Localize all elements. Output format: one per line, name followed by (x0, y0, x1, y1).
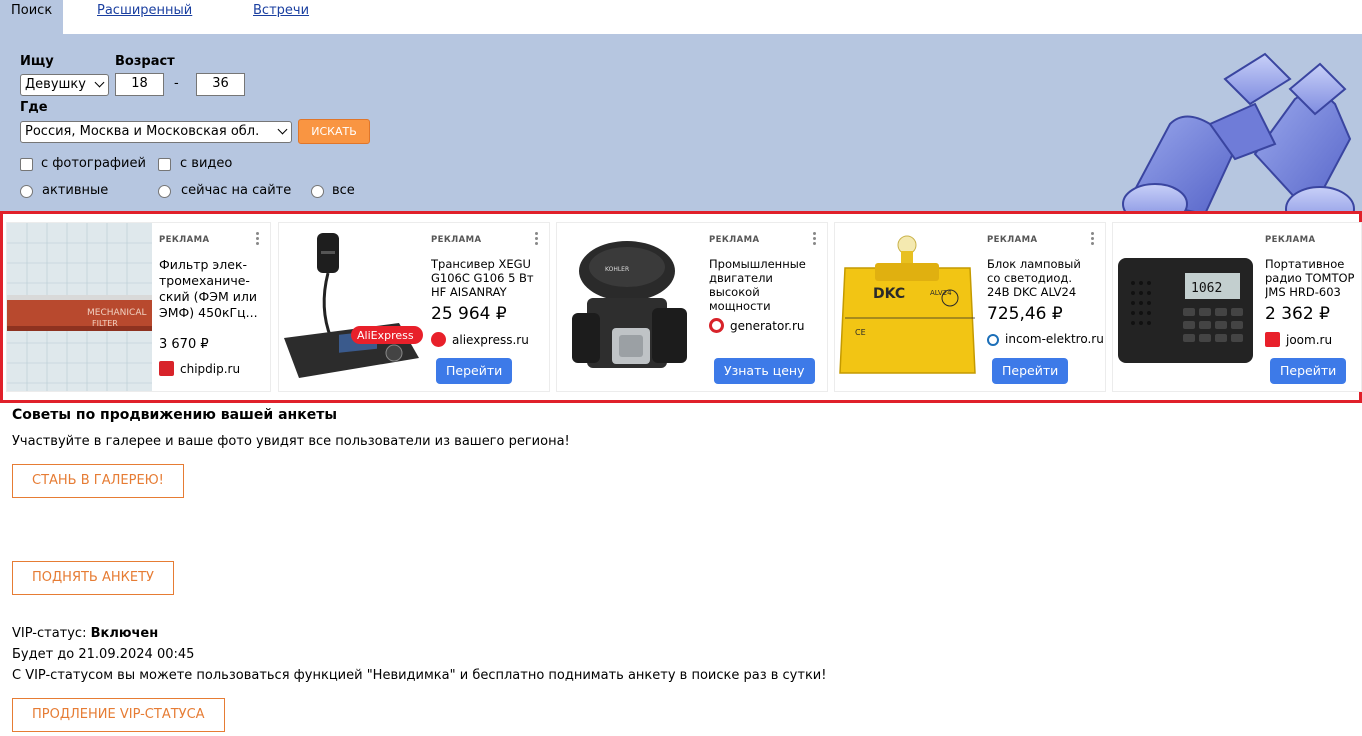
ad-image-filter: MECHANICAL FILTER (7, 223, 152, 391)
active-radio-label: активные (42, 183, 109, 198)
aliexpress-badge: AliExpress (357, 329, 414, 342)
where-label: Где (20, 100, 48, 115)
joom-icon (1265, 332, 1280, 347)
vip-status-value: Включен (90, 626, 159, 641)
incom-icon (987, 334, 999, 346)
ad-title[interactable]: Блок ламповый со светодиод. 24В DKC ALV2… (987, 257, 1097, 301)
more-options-icon[interactable] (256, 232, 260, 248)
ad-card[interactable]: KOHLER РЕКЛАМА Промышленные двигатели вы… (556, 222, 828, 392)
binoculars-icon (1122, 52, 1355, 211)
svg-text:FILTER: FILTER (92, 319, 118, 328)
vip-status-line: VIP-статус: Включен (12, 626, 158, 641)
search-button[interactable]: ИСКАТЬ (298, 119, 370, 144)
looking-for-value: Девушку (25, 77, 86, 92)
ad-domain-text: chipdip.ru (180, 362, 241, 376)
tab-bar: Поиск Расширенный Встречи (0, 0, 1362, 34)
svg-text:DKC: DKC (873, 286, 905, 302)
looking-for-select[interactable]: Девушку (20, 74, 109, 96)
ad-label: РЕКЛАМА (1265, 235, 1316, 245)
chipdip-icon (159, 361, 174, 376)
ad-title[interactable]: Трансивер XEGU G106C G106 5 Вт HF AISANR… (431, 257, 541, 301)
tab-meetings[interactable]: Встречи (253, 0, 309, 34)
ad-price: 3 670 ₽ (159, 337, 209, 352)
svg-text:KOHLER: KOHLER (605, 266, 629, 273)
looking-for-label: Ищу (20, 54, 54, 69)
go-button[interactable]: Перейти (436, 358, 513, 384)
ad-image-radio: 1062 (1113, 223, 1258, 391)
online-radio[interactable] (158, 185, 171, 198)
ad-title[interactable]: Промышленные двигатели высокой мощности (709, 257, 819, 315)
ad-domain[interactable]: joom.ru (1265, 332, 1332, 347)
age-dash: - (174, 76, 179, 91)
search-panel: Ищу Возраст Девушку 18 - 36 Где Россия, … (0, 34, 1362, 211)
get-price-button[interactable]: Узнать цену (714, 358, 815, 384)
tab-search[interactable]: Поиск (0, 0, 63, 34)
all-radio-label: все (332, 183, 355, 198)
age-from-input[interactable]: 18 (115, 73, 164, 96)
gallery-text: Участвуйте в галерее и ваше фото увидят … (12, 434, 570, 449)
ad-label: РЕКЛАМА (987, 235, 1038, 245)
online-radio-label: сейчас на сайте (181, 183, 292, 198)
location-select[interactable]: Россия, Москва и Московская обл. (20, 121, 292, 143)
raise-profile-button[interactable]: ПОДНЯТЬ АНКЕТУ (12, 561, 174, 595)
with-photo-label: с фотографией (41, 156, 146, 171)
ad-price: 25 964 ₽ (431, 304, 507, 324)
age-to-input[interactable]: 36 (196, 73, 245, 96)
all-radio[interactable] (311, 185, 324, 198)
ad-image-engine: KOHLER (557, 223, 702, 391)
ad-price: 725,46 ₽ (987, 304, 1063, 324)
ad-domain-text: joom.ru (1286, 333, 1333, 347)
ad-card[interactable]: AliExpress РЕКЛАМА Трансивер XEGU G106C … (278, 222, 550, 392)
extend-vip-button[interactable]: ПРОДЛЕНИЕ VIP-СТАТУСА (12, 698, 225, 732)
active-radio[interactable] (20, 185, 33, 198)
ad-domain[interactable]: aliexpress.ru (431, 332, 529, 347)
go-button[interactable]: Перейти (992, 358, 1069, 384)
vip-until: Будет до 21.09.2024 00:45 (12, 647, 195, 662)
ad-card[interactable]: DKC ALV24 CE РЕКЛАМА Блок ламповый со св… (834, 222, 1106, 392)
with-video-label: с видео (180, 156, 233, 171)
tips-title: Советы по продвижению вашей анкеты (12, 407, 337, 423)
location-value: Россия, Москва и Московская обл. (25, 124, 260, 139)
with-photo-checkbox[interactable] (20, 158, 33, 171)
ad-label: РЕКЛАМА (709, 235, 760, 245)
ad-image-lamp-block: DKC ALV24 CE (835, 223, 980, 391)
ad-domain[interactable]: generator.ru (709, 318, 805, 333)
vip-status-label: VIP-статус: (12, 626, 87, 641)
ad-block: MECHANICAL FILTER РЕКЛАМА Фильтр элек-тр… (0, 211, 1362, 403)
age-label: Возраст (115, 54, 175, 69)
chevron-down-icon (94, 77, 105, 88)
ad-domain-text: aliexpress.ru (452, 333, 529, 347)
svg-text:MECHANICAL: MECHANICAL (87, 308, 147, 318)
ad-label: РЕКЛАМА (159, 235, 210, 245)
ad-domain-text: incom-elektro.ru (1005, 332, 1104, 346)
go-button[interactable]: Перейти (1270, 358, 1347, 384)
radio-display: 1062 (1191, 281, 1222, 296)
ad-price: 2 362 ₽ (1265, 304, 1330, 324)
join-gallery-button[interactable]: СТАНЬ В ГАЛЕРЕЮ! (12, 464, 184, 498)
generator-icon (709, 318, 724, 333)
more-options-icon[interactable] (1091, 232, 1095, 248)
ad-title[interactable]: Фильтр элек-тромеханиче-ский (ФЭМ или ЭМ… (159, 257, 269, 323)
chevron-down-icon (277, 124, 288, 135)
with-video-checkbox[interactable] (158, 158, 171, 171)
svg-text:CE: CE (855, 328, 866, 337)
ad-domain[interactable]: chipdip.ru (159, 361, 240, 376)
tab-extended[interactable]: Расширенный (97, 0, 192, 34)
more-options-icon[interactable] (535, 232, 539, 248)
more-options-icon[interactable] (813, 232, 817, 248)
ad-label: РЕКЛАМА (431, 235, 482, 245)
ad-domain-text: generator.ru (730, 319, 805, 333)
vip-info: С VIP-статусом вы можете пользоваться фу… (12, 668, 827, 683)
ad-card[interactable]: 1062 РЕКЛАМА Портативное радио TOMTOP JM… (1112, 222, 1362, 392)
aliexpress-icon (431, 332, 446, 347)
ad-domain[interactable]: incom-elektro.ru (987, 332, 1104, 346)
ad-image-transceiver: AliExpress (279, 223, 424, 391)
ad-card[interactable]: MECHANICAL FILTER РЕКЛАМА Фильтр элек-тр… (6, 222, 271, 392)
ad-title[interactable]: Портативное радио TOMTOP JMS HRD-603 (1265, 257, 1360, 301)
